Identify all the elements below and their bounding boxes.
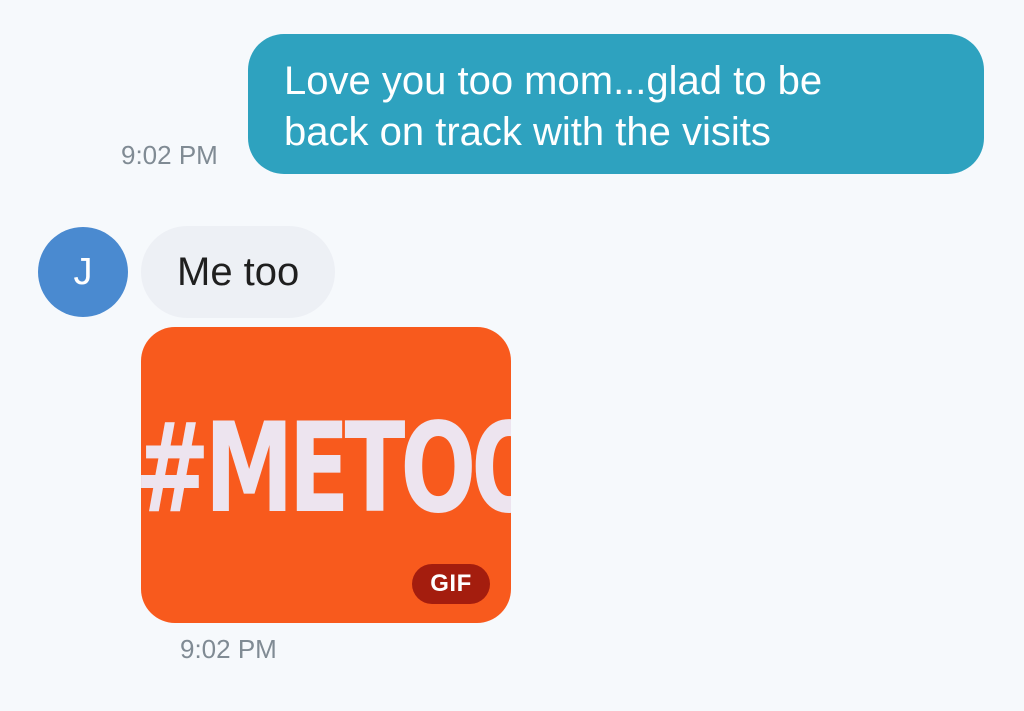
gif-image-text: #METOO <box>141 397 511 541</box>
contact-avatar[interactable]: J <box>38 227 128 317</box>
gif-attachment[interactable]: #METOO GIF <box>141 327 511 623</box>
incoming-message-bubble[interactable]: Me too <box>141 226 336 318</box>
incoming-timestamp: 9:02 PM <box>180 634 277 664</box>
outgoing-message-line-1: Love you too mom...glad to be <box>284 59 823 103</box>
gif-badge: GIF <box>412 564 490 604</box>
outgoing-message-line-2: back on track with the visits <box>284 110 771 154</box>
avatar-initial: J <box>73 250 93 293</box>
outgoing-message-bubble[interactable]: Love you too mom...glad to be back on tr… <box>248 34 984 174</box>
outgoing-timestamp: 9:02 PM <box>121 140 218 170</box>
incoming-message-text: Me too <box>177 249 300 294</box>
